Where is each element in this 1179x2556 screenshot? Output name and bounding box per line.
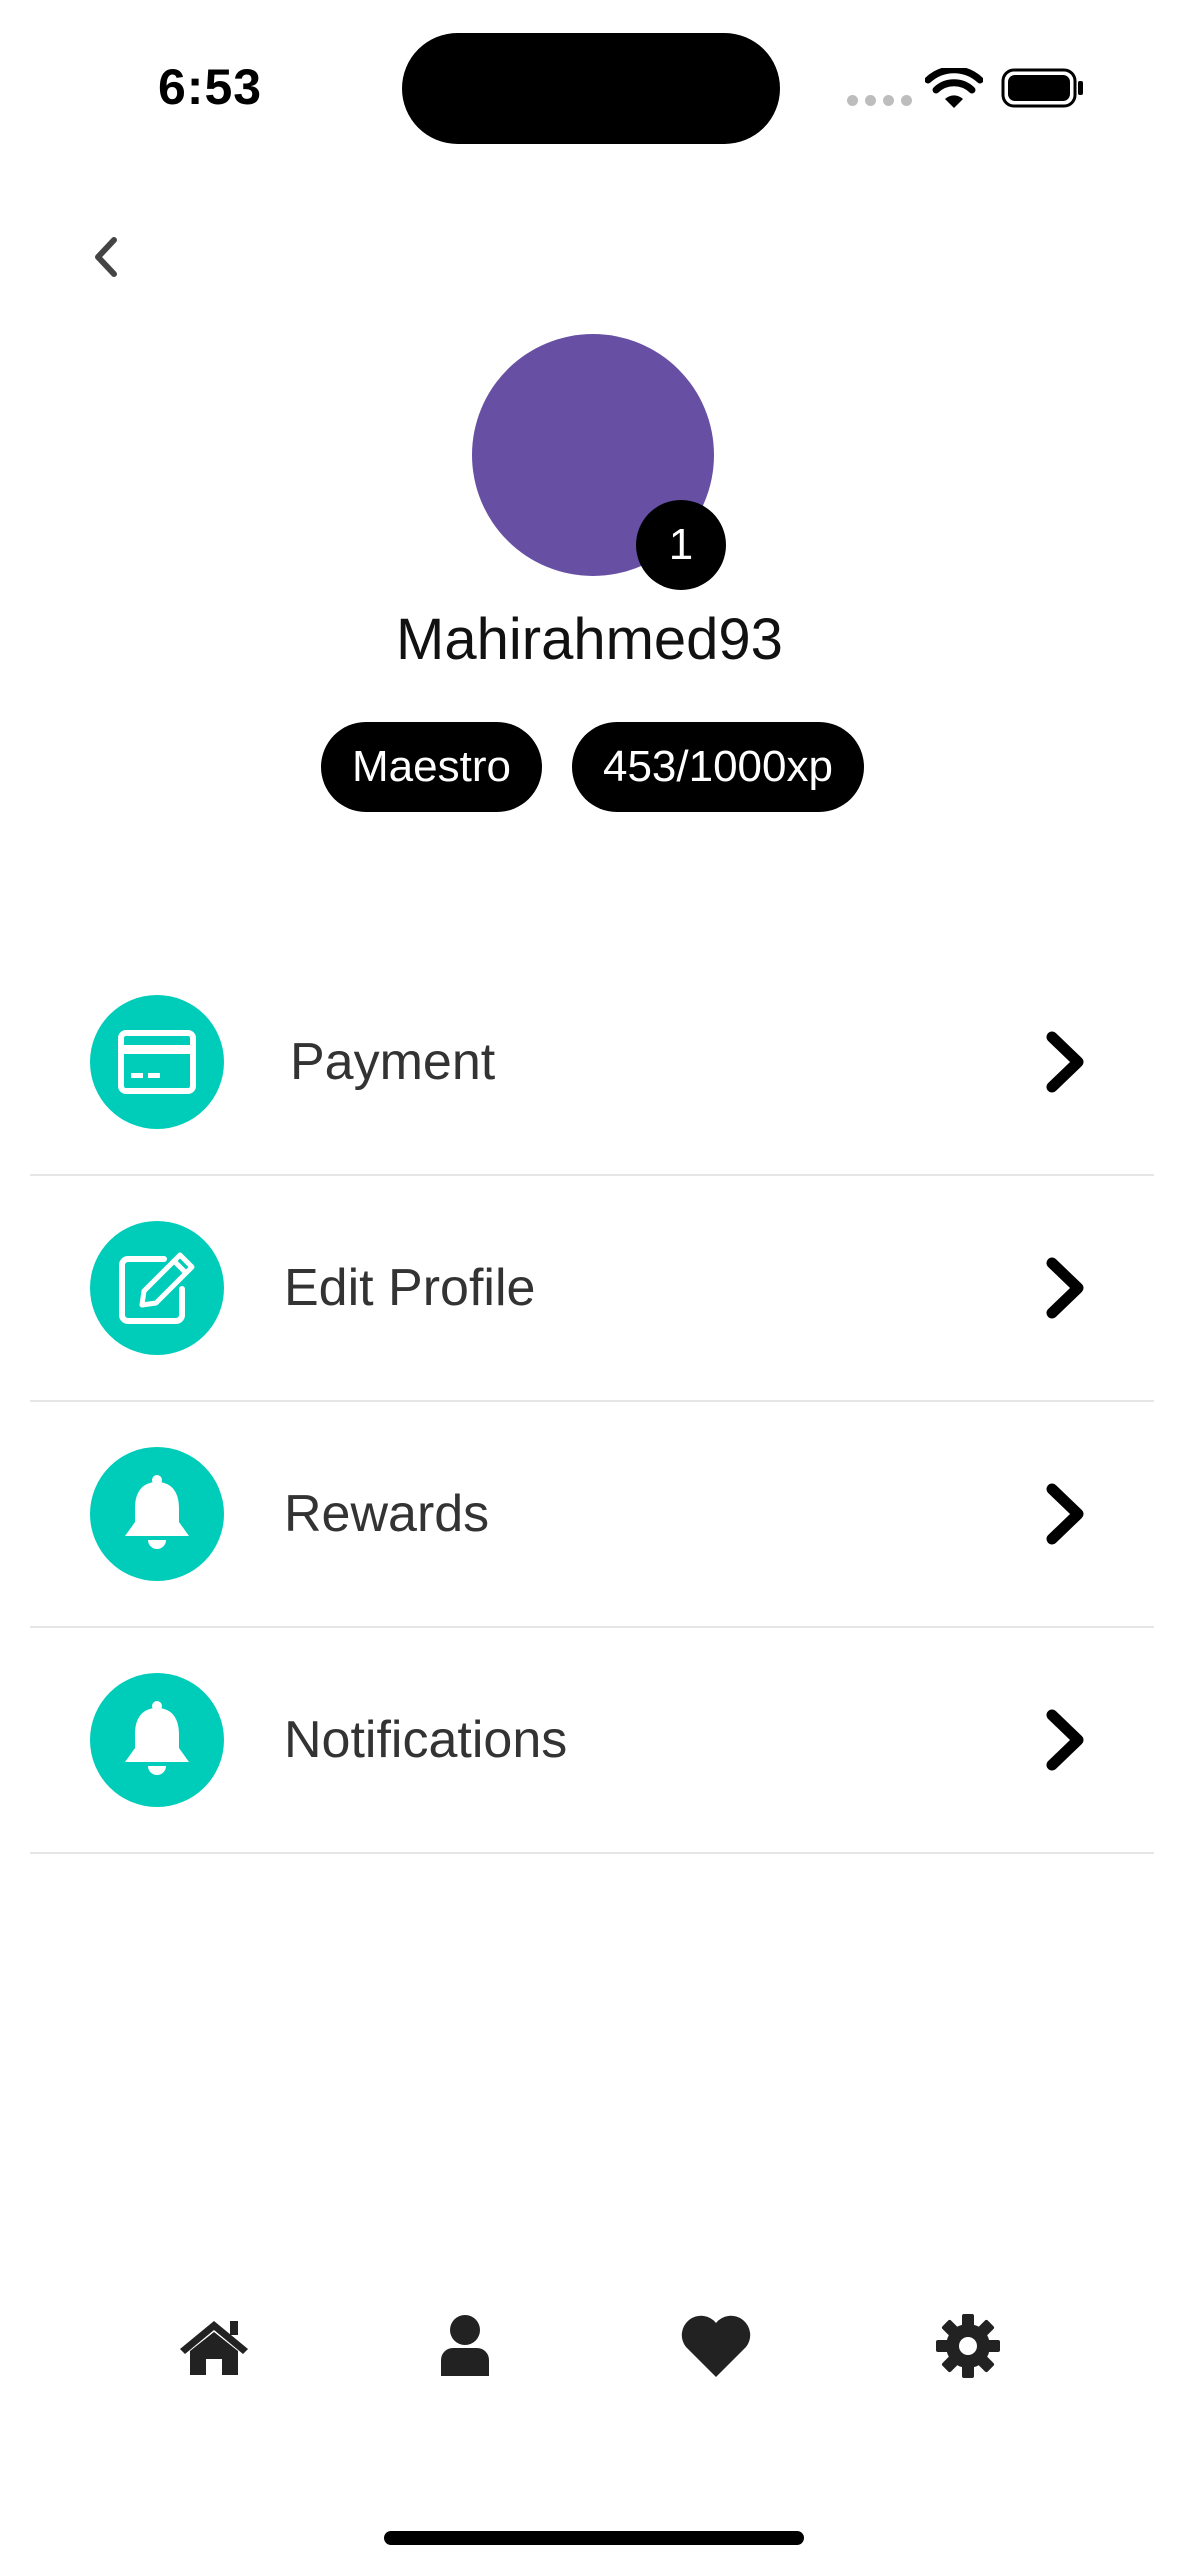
menu-item-payment[interactable]: Payment (30, 950, 1154, 1176)
settings-menu: Payment Edit Profile Rewards Notificatio… (30, 950, 1154, 1854)
heart-icon (681, 2315, 751, 2377)
dynamic-island (402, 33, 780, 144)
menu-item-label: Notifications (284, 1711, 568, 1769)
xp-badge: 453/1000xp (571, 722, 864, 812)
back-chevron-icon[interactable] (86, 232, 126, 282)
wifi-icon (925, 68, 983, 108)
badge-row: Maestro 453/1000xp (0, 722, 1179, 812)
user-icon (441, 2315, 489, 2376)
tab-settings[interactable] (928, 2306, 1008, 2386)
menu-item-edit-profile[interactable]: Edit Profile (30, 1176, 1154, 1402)
bell-icon (90, 1447, 224, 1581)
tab-home[interactable] (174, 2306, 254, 2386)
menu-item-label: Rewards (284, 1485, 490, 1543)
chevron-right-icon (1046, 1257, 1084, 1319)
gear-icon (936, 2314, 1000, 2378)
edit-icon (90, 1221, 224, 1355)
tab-profile[interactable] (425, 2306, 505, 2386)
menu-item-notifications[interactable]: Notifications (30, 1628, 1154, 1854)
level-badge: 1 (636, 500, 726, 590)
tab-favorites[interactable] (676, 2306, 756, 2386)
cellular-signal-icon (847, 95, 912, 106)
home-indicator[interactable] (384, 2531, 804, 2545)
menu-item-rewards[interactable]: Rewards (30, 1402, 1154, 1628)
battery-icon (1001, 68, 1083, 108)
menu-item-label: Payment (290, 1033, 496, 1091)
rank-badge: Maestro (321, 722, 542, 812)
menu-item-label: Edit Profile (284, 1259, 536, 1317)
chevron-right-icon (1046, 1031, 1084, 1093)
bell-icon (90, 1673, 224, 1807)
status-time: 6:53 (158, 59, 263, 115)
home-icon (180, 2321, 248, 2375)
chevron-right-icon (1046, 1483, 1084, 1545)
username: Mahirahmed93 (396, 607, 783, 672)
credit-card-icon (90, 995, 224, 1129)
chevron-right-icon (1046, 1709, 1084, 1771)
